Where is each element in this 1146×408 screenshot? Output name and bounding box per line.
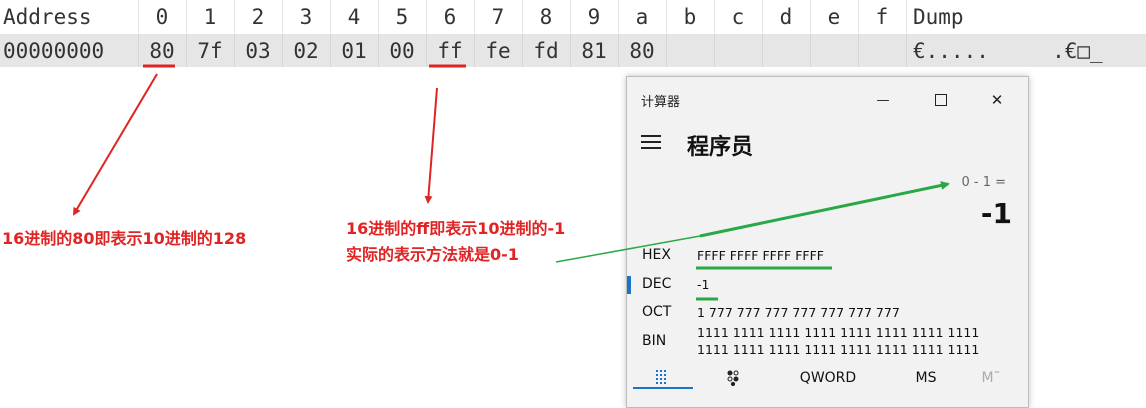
byte-cell-b[interactable] xyxy=(666,35,714,67)
header-col-5: 5 xyxy=(395,5,409,29)
header-col-e: e xyxy=(827,5,841,29)
keypad-grid-icon xyxy=(656,370,666,384)
bit-toggle-icon xyxy=(727,370,739,386)
hex-header-row: Address 0 1 2 3 4 5 6 7 8 9 a b c d e f … xyxy=(0,0,1146,35)
arrow-ff xyxy=(424,87,438,204)
radix-label-dec: DEC xyxy=(642,276,672,292)
byte-cell-9[interactable]: 81 xyxy=(570,35,618,67)
result-display: -1 xyxy=(980,197,1012,230)
header-col-4: 4 xyxy=(347,5,361,29)
radix-value-dec: -1 xyxy=(697,277,710,292)
selected-radix-indicator xyxy=(627,276,631,294)
row-address: 00000000 xyxy=(3,39,105,63)
header-col-7: 7 xyxy=(491,5,505,29)
radix-value-bin: 1111 1111 1111 1111 1111 1111 1111 1111 … xyxy=(697,324,979,358)
header-col-8: 8 xyxy=(539,5,553,29)
header-col-6: 6 xyxy=(443,5,457,29)
byte-cell-7[interactable]: fe xyxy=(474,35,522,67)
radix-value-oct: 1 777 777 777 777 777 777 777 xyxy=(697,305,900,320)
radix-label-bin: BIN xyxy=(642,333,667,349)
annotation-ff-line1: 16进制的ff即表示10进制的-1 xyxy=(346,219,566,238)
header-col-0: 0 xyxy=(155,5,169,29)
calculator-window[interactable]: 计算器 — ✕ 程序员 0 - 1 = -1 HEX FFFF FFFF FFF… xyxy=(626,76,1029,408)
byte-cell-1[interactable]: 7f xyxy=(186,35,234,67)
window-title: 计算器 xyxy=(641,95,681,110)
radix-label-hex: HEX xyxy=(642,247,671,263)
byte-cell-3[interactable]: 02 xyxy=(282,35,330,67)
radix-label-oct: OCT xyxy=(642,304,672,320)
header-address: Address xyxy=(3,5,92,29)
byte-cell-5[interactable]: 00 xyxy=(378,35,426,67)
maximize-button[interactable] xyxy=(921,85,961,115)
byte-cell-e[interactable] xyxy=(810,35,858,67)
radix-hex-row[interactable]: HEX FFFF FFFF FFFF FFFF xyxy=(627,243,1028,271)
close-button[interactable]: ✕ xyxy=(977,85,1017,115)
byte-cell-f[interactable] xyxy=(858,35,906,67)
header-col-f: f xyxy=(875,5,889,29)
memory-store-button[interactable]: MS xyxy=(903,365,949,391)
byte-cell-d[interactable] xyxy=(762,35,810,67)
header-col-2: 2 xyxy=(251,5,265,29)
header-col-c: c xyxy=(731,5,745,29)
byte-cell-6[interactable]: ff xyxy=(426,35,474,67)
byte-cell-a[interactable]: 80 xyxy=(618,35,666,67)
col-divider xyxy=(906,0,907,34)
word-size-button[interactable]: QWORD xyxy=(793,365,863,391)
header-col-9: 9 xyxy=(587,5,601,29)
tab-bit-toggle[interactable] xyxy=(709,365,759,391)
radix-bin-row[interactable]: BIN 1111 1111 1111 1111 1111 1111 1111 1… xyxy=(627,322,1028,360)
annotation-ff-line2: 实际的表示方法就是0-1 xyxy=(346,245,519,264)
hex-data-row[interactable]: 00000000 80 7f 03 02 01 00 ff fe fd 81 8… xyxy=(0,35,1146,67)
header-col-b: b xyxy=(683,5,697,29)
annotation-80: 16进制的80即表示10进制的128 xyxy=(2,229,247,248)
col-divider xyxy=(906,35,907,67)
radix-value-hex: FFFF FFFF FFFF FFFF xyxy=(697,248,824,263)
header-dump: Dump xyxy=(913,5,964,29)
maximize-icon xyxy=(935,94,947,106)
hamburger-menu-icon[interactable] xyxy=(641,135,661,151)
hex-table: Address 0 1 2 3 4 5 6 7 8 9 a b c d e f … xyxy=(0,0,1146,67)
radix-dec-row[interactable]: DEC -1 xyxy=(627,272,1028,300)
header-col-3: 3 xyxy=(299,5,313,29)
byte-cell-8[interactable]: fd xyxy=(522,35,570,67)
byte-cell-0[interactable]: 80 xyxy=(138,35,186,67)
bin-line-1: 1111 1111 1111 1111 1111 1111 1111 1111 xyxy=(697,325,980,340)
header-col-d: d xyxy=(779,5,793,29)
byte-cell-4[interactable]: 01 xyxy=(330,35,378,67)
bin-line-2: 1111 1111 1111 1111 1111 1111 1111 1111 xyxy=(697,342,980,357)
active-tab-underline xyxy=(633,387,693,389)
mode-title: 程序员 xyxy=(687,135,754,160)
minimize-button[interactable]: — xyxy=(863,85,903,115)
expression-display: 0 - 1 = xyxy=(961,175,1006,190)
header-col-a: a xyxy=(635,5,649,29)
row-dump[interactable]: €..... .€□_ xyxy=(910,35,1143,67)
header-col-1: 1 xyxy=(203,5,217,29)
byte-cell-c[interactable] xyxy=(714,35,762,67)
arrow-80 xyxy=(72,73,158,216)
byte-cell-2[interactable]: 03 xyxy=(234,35,282,67)
memory-plus-button[interactable]: M˜ xyxy=(971,365,1011,391)
